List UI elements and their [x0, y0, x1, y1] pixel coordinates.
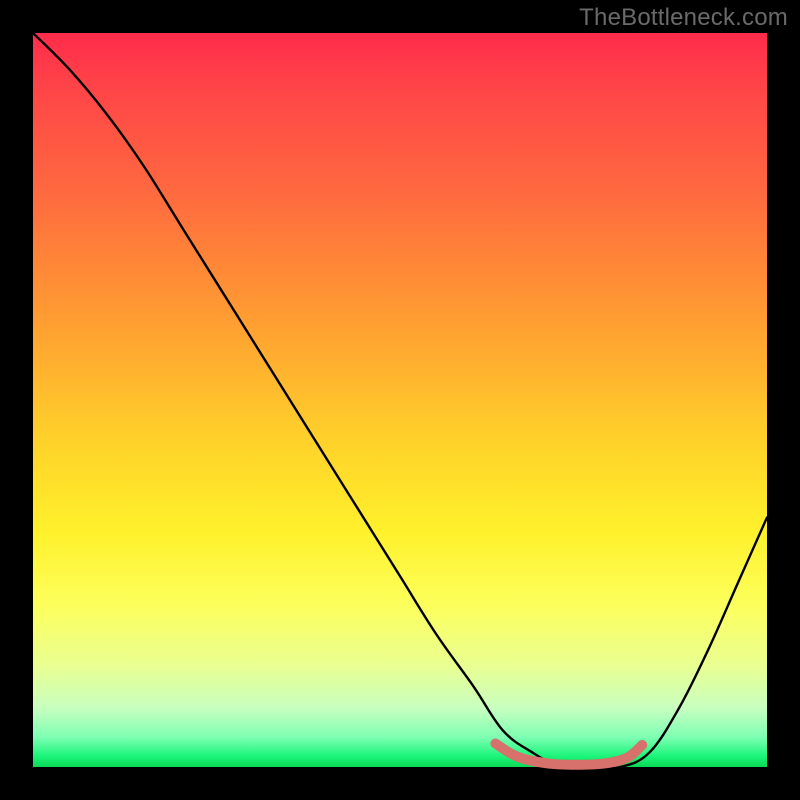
curve-svg	[33, 33, 767, 767]
watermark-text: TheBottleneck.com	[579, 4, 788, 32]
plot-area	[33, 33, 767, 767]
highlight-segment	[495, 744, 642, 765]
chart-frame: TheBottleneck.com	[0, 0, 800, 800]
bottleneck-curve-line	[33, 33, 767, 768]
